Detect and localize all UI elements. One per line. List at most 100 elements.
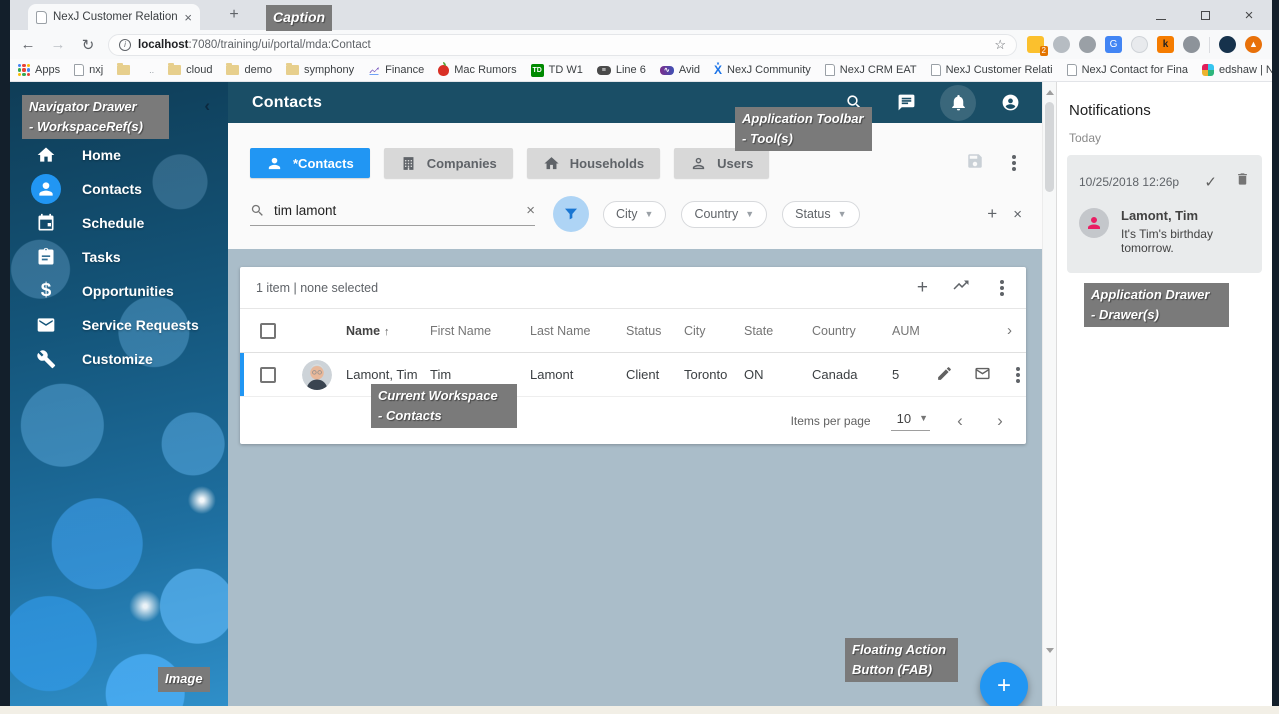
extension-icon[interactable] <box>1053 36 1070 53</box>
bookmark-item[interactable]: TDTD W1 <box>531 64 583 77</box>
extension-icon-k[interactable]: k <box>1157 36 1174 53</box>
extension-icon[interactable] <box>1219 36 1236 53</box>
extension-icon[interactable]: ▲ <box>1245 36 1262 53</box>
notification-contact-name[interactable]: Lamont, Tim <box>1121 208 1250 223</box>
scroll-up-arrow[interactable] <box>1046 90 1054 95</box>
address-bar[interactable]: i localhost:7080/training/ui/portal/mda:… <box>108 34 1017 56</box>
notification-card[interactable]: 10/25/2018 12:26p ✓ Lamont, Tim It's Tim… <box>1067 155 1262 273</box>
column-header-last-name[interactable]: Last Name <box>530 324 626 338</box>
search-input[interactable] <box>274 203 517 218</box>
chat-icon[interactable] <box>888 85 924 121</box>
tab-households[interactable]: Households <box>527 148 660 178</box>
browser-tab[interactable]: NexJ Customer Relationship Man × <box>28 4 200 30</box>
notifications-bell-icon[interactable] <box>940 85 976 121</box>
nav-item-service-requests[interactable]: Service Requests <box>10 308 228 342</box>
filter-funnel-button[interactable] <box>553 196 589 232</box>
new-tab-button[interactable]: + <box>222 6 246 24</box>
tab-close-icon[interactable]: × <box>184 11 192 24</box>
bookmark-item[interactable]: ∿Avid <box>660 64 700 76</box>
nav-item-contacts[interactable]: Contacts <box>10 172 228 206</box>
bookmark-folder[interactable]: cloud <box>168 64 212 76</box>
previous-page-chevron[interactable]: ‹ <box>950 411 970 431</box>
scrollbar[interactable] <box>1042 82 1056 706</box>
bookmark-item[interactable]: .. <box>149 65 154 75</box>
nav-item-opportunities[interactable]: $ Opportunities <box>10 274 228 308</box>
bookmark-item[interactable]: NexJ Contact for Fina <box>1067 64 1188 76</box>
extension-icon[interactable] <box>1079 36 1096 53</box>
list-overflow-icon[interactable] <box>1000 286 1004 290</box>
nav-item-tasks[interactable]: Tasks <box>10 240 228 274</box>
clear-search-icon[interactable]: × <box>526 202 535 219</box>
filter-chip-city[interactable]: City▼ <box>603 201 666 228</box>
tab-users[interactable]: Users <box>674 148 769 178</box>
bookmark-item[interactable]: X̽NexJ Community <box>714 63 811 77</box>
tab-companies[interactable]: Companies <box>384 148 513 178</box>
column-header-country[interactable]: Country <box>812 324 892 338</box>
column-header-city[interactable]: City <box>684 324 744 338</box>
save-icon[interactable] <box>966 152 984 175</box>
maximize-button[interactable] <box>1198 8 1212 23</box>
browser-window: NexJ Customer Relationship Man × + × ← →… <box>10 0 1272 706</box>
table-row[interactable]: Lamont, Tim Tim Lamont Client Toronto ON… <box>240 353 1026 397</box>
nav-item-schedule[interactable]: Schedule <box>10 206 228 240</box>
row-overflow-icon[interactable] <box>1016 373 1020 377</box>
reload-button[interactable]: ↻ <box>78 36 98 54</box>
column-header-state[interactable]: State <box>744 324 812 338</box>
extension-badge: 2 <box>1040 46 1048 56</box>
add-contact-icon[interactable]: + <box>917 277 928 299</box>
tab-contacts[interactable]: *Contacts <box>250 148 370 178</box>
bookmark-folder[interactable]: demo <box>226 64 272 76</box>
delete-trash-icon[interactable] <box>1235 171 1250 192</box>
close-button[interactable]: × <box>1242 7 1256 24</box>
translate-extension-icon[interactable]: G <box>1105 36 1122 53</box>
add-filter-icon[interactable]: + <box>987 204 997 224</box>
email-envelope-icon[interactable] <box>974 365 991 385</box>
bookmark-item[interactable]: Apps <box>18 64 60 76</box>
bookmark-star-icon[interactable]: ☆ <box>994 37 1006 53</box>
bookmark-item[interactable]: nxj <box>74 64 103 76</box>
extension-icon[interactable] <box>1131 36 1148 53</box>
more-columns-chevron[interactable]: › <box>936 322 1026 339</box>
floating-action-button[interactable]: + <box>980 662 1028 706</box>
items-per-page-select[interactable]: 10 ▼ <box>891 411 930 431</box>
filter-chip-status[interactable]: Status▼ <box>782 201 859 228</box>
filter-chip-country[interactable]: Country▼ <box>681 201 767 228</box>
account-icon[interactable] <box>992 85 1028 121</box>
row-checkbox[interactable] <box>260 367 276 383</box>
forward-button[interactable]: → <box>48 36 68 53</box>
mail-icon <box>31 310 61 340</box>
bookmark-item[interactable]: NexJ Customer Relati <box>931 64 1053 76</box>
trend-chart-icon[interactable] <box>952 276 970 299</box>
scroll-thumb[interactable] <box>1045 102 1054 192</box>
select-all-checkbox[interactable] <box>260 323 276 339</box>
edit-pencil-icon[interactable] <box>936 365 953 385</box>
bookmark-item[interactable]: edshaw | NexJ Slack <box>1202 64 1272 76</box>
next-page-chevron[interactable]: › <box>990 411 1010 431</box>
column-header-aum[interactable]: AUM <box>892 324 936 338</box>
bookmark-item[interactable]: ≡Line 6 <box>597 64 646 76</box>
bookmark-item[interactable]: NexJ CRM EAT <box>825 64 917 76</box>
bookmark-item[interactable]: Mac Rumors <box>438 64 516 76</box>
url-host: localhost <box>138 39 188 51</box>
minimize-button[interactable] <box>1154 8 1168 23</box>
back-button[interactable]: ← <box>18 36 38 53</box>
search-field[interactable]: × <box>250 202 535 226</box>
nav-item-home[interactable]: Home <box>10 138 228 172</box>
bookmark-folder[interactable]: symphony <box>286 64 354 76</box>
extension-icon[interactable]: 2 <box>1027 36 1044 53</box>
shield-extension-icon[interactable] <box>1183 36 1200 53</box>
mark-read-check-icon[interactable]: ✓ <box>1204 173 1217 191</box>
close-filters-icon[interactable]: × <box>1013 206 1022 223</box>
overflow-menu-icon[interactable] <box>1012 161 1016 165</box>
column-header-first-name[interactable]: First Name <box>430 324 530 338</box>
column-header-name[interactable]: Name↑ <box>346 324 430 338</box>
bookmark-folder[interactable] <box>117 65 135 75</box>
nav-item-customize[interactable]: Customize <box>10 342 228 376</box>
column-header-status[interactable]: Status <box>626 324 684 338</box>
bookmark-item[interactable]: Finance <box>368 64 424 76</box>
page-info-icon[interactable]: i <box>119 39 131 51</box>
cell-name[interactable]: Lamont, Tim <box>346 367 430 382</box>
drawer-collapse-chevron[interactable]: ‹ <box>204 96 210 116</box>
application-drawer: Notifications Today 10/25/2018 12:26p ✓ … <box>1056 82 1272 706</box>
scroll-down-arrow[interactable] <box>1046 648 1054 653</box>
